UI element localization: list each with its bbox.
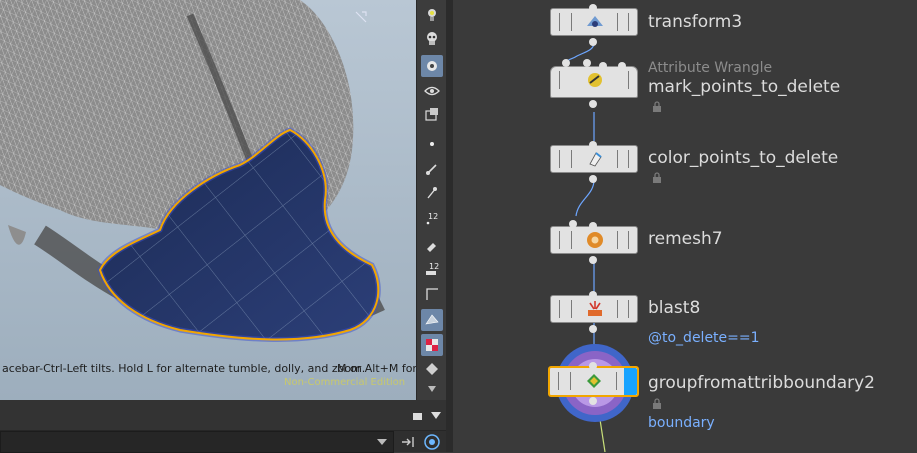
node-remesh7[interactable] [550, 220, 638, 264]
node-parm-groupfromattribboundary2-group: boundary [648, 415, 715, 431]
frame-icon[interactable] [421, 283, 443, 305]
viewport-scene [0, 0, 416, 400]
command-line-input[interactable] [0, 431, 394, 453]
network-editor[interactable]: transform3 Attribute Wrangle mark_points… [453, 0, 917, 452]
node-color-points-to-delete[interactable] [550, 141, 638, 183]
viewport-display-toolbar: 12 12 [416, 0, 447, 400]
node-label-remesh7[interactable]: remesh7 [648, 229, 723, 249]
node-mark-points-to-delete[interactable] [550, 59, 638, 108]
lock-icon [653, 101, 661, 112]
timeline-bar [0, 400, 446, 431]
pen-icon[interactable] [421, 182, 443, 204]
node-label-groupfromattribboundary2[interactable]: groupfromattribboundary2 [648, 373, 875, 393]
wireframe-icon[interactable] [421, 309, 443, 331]
skull-light-icon[interactable] [421, 28, 443, 50]
paint-icon[interactable] [421, 233, 443, 255]
target-icon[interactable] [423, 433, 441, 451]
wrangle-icon [588, 73, 602, 87]
viewport-hint-text: acebar-Ctrl-Left tilts. Hold L for alter… [2, 362, 366, 375]
node-type-attribute-wrangle: Attribute Wrangle [648, 60, 773, 76]
lock-icon [653, 398, 661, 409]
numbers-12-icon[interactable]: 12 [421, 207, 443, 229]
node-label-color-points-to-delete[interactable]: color_points_to_delete [648, 148, 838, 168]
shaded-icon[interactable] [421, 358, 443, 380]
checker-icon[interactable] [421, 334, 443, 356]
node-label-blast8[interactable]: blast8 [648, 298, 700, 318]
edition-watermark: Non-Commercial Edition [284, 377, 406, 388]
light-bulb-icon[interactable] [421, 4, 443, 26]
pane-divider[interactable] [446, 0, 453, 452]
transform-icon [587, 16, 603, 27]
svg-text:12: 12 [428, 212, 438, 221]
eye-visibility-icon[interactable] [421, 80, 443, 102]
remesh-icon [587, 232, 603, 248]
node-parm-blast8-group: @to_delete==1 [648, 330, 760, 346]
viewport-hint-right: M or Alt+M for [337, 362, 416, 375]
color-icon [589, 152, 602, 167]
svg-text:12: 12 [429, 262, 439, 271]
node-transform3[interactable] [550, 4, 638, 46]
numbers-12-icon[interactable]: 12 [421, 258, 443, 280]
window-restore-icon[interactable] [412, 410, 424, 422]
node-label-transform3[interactable]: transform3 [648, 12, 742, 32]
scroll-down-icon[interactable] [421, 380, 443, 396]
node-groupfromattribboundary2[interactable] [548, 362, 639, 405]
jump-to-icon[interactable] [400, 434, 416, 450]
display-flag[interactable] [624, 368, 637, 395]
display-options-icon[interactable] [421, 55, 443, 77]
node-blast8[interactable] [550, 291, 638, 333]
snapshot-icon[interactable] [421, 104, 443, 126]
edge-brush-icon[interactable] [421, 158, 443, 180]
blast-icon [588, 301, 602, 316]
group-boundary-icon [587, 374, 601, 388]
triangle-down-icon[interactable] [430, 410, 442, 422]
point-icon[interactable] [421, 133, 443, 155]
status-bar-area [0, 400, 446, 453]
node-label-mark-points-to-delete[interactable]: mark_points_to_delete [648, 77, 840, 97]
scene-viewport[interactable]: acebar-Ctrl-Left tilts. Hold L for alter… [0, 0, 416, 400]
dropdown-arrow-icon[interactable] [377, 439, 387, 447]
lock-icon [653, 172, 661, 183]
